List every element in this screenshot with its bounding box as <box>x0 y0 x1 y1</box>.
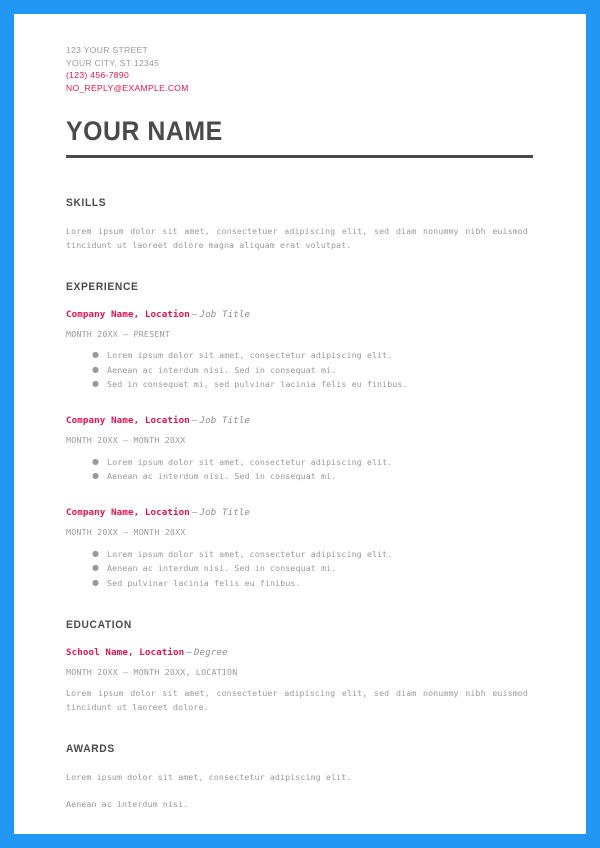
list-item: ● Aenean ac interdum nisi. Sed in consequ… <box>66 469 534 484</box>
education-entry: School Name, Location — Degree MONTH 20XX … <box>66 646 534 714</box>
section-skills: SKILLS Lorem ipsum dolor sit amet, conse… <box>66 196 534 252</box>
bullet-dot-icon: ● <box>92 350 100 360</box>
awards-line: Lorem ipsum dolor sit amet, consectetur … <box>66 772 352 783</box>
section-education: EDUCATION School Name, Location — Degree M… <box>66 618 534 714</box>
title-separator-dash: — <box>191 506 198 518</box>
list-item-text: Lorem ipsum dolor sit amet, consectetur … <box>107 456 393 467</box>
list-item: ● Sed pulvinar lacinia felis eu finibus. <box>66 576 534 591</box>
experience-entry: Company Name, Location — Job Title MONTH 2… <box>66 506 534 591</box>
name-divider <box>66 155 533 159</box>
experience-entry: Company Name, Location — Job Title MONTH 2… <box>66 414 534 484</box>
section-heading-skills: SKILLS <box>66 197 107 210</box>
list-item: ● Lorem ipsum dolor sit amet, consectetur… <box>66 455 534 470</box>
contact-street: 123 YOUR STREET <box>66 45 149 55</box>
experience-org: Company Name, Location <box>66 414 190 426</box>
education-degree: Degree <box>193 647 228 659</box>
list-item: ● Aenean ac interdum nisi. Sed in consequ… <box>66 561 534 576</box>
experience-dates: MONTH 20XX – MONTH 20XX <box>66 434 186 445</box>
section-awards: AWARDS Lorem ipsum dolor sit amet, conse… <box>66 742 534 811</box>
title-separator-dash: — <box>186 647 192 659</box>
experience-role: Job Title <box>199 309 251 321</box>
contact-email[interactable]: NO_REPLY@EXAMPLE.COM <box>66 82 534 95</box>
experience-bullet-list: ● Lorem ipsum dolor sit amet, consectetur… <box>66 348 534 392</box>
bullet-dot-icon: ● <box>92 379 100 389</box>
experience-org: Company Name, Location <box>66 506 190 518</box>
list-item-text: Aenean ac interdum nisi. Sed in consequa… <box>107 471 337 482</box>
experience-dates: MONTH 20XX – PRESENT <box>66 329 170 340</box>
bullet-dot-icon: ● <box>92 456 100 466</box>
experience-entry-title: Company Name, Location — Job Title <box>66 308 534 321</box>
experience-bullet-list: ● Lorem ipsum dolor sit amet, consectetur… <box>66 455 534 484</box>
title-separator-dash: — <box>191 309 198 321</box>
bullet-dot-icon: ● <box>92 563 100 573</box>
list-item-text: Aenean ac interdum nisi. Sed in consequa… <box>107 364 337 375</box>
section-heading-education: EDUCATION <box>66 619 132 632</box>
skills-paragraph: Lorem ipsum dolor sit amet, consectetuer… <box>66 226 528 251</box>
bullet-dot-icon: ● <box>92 548 100 558</box>
list-item: ● Aenean ac interdum nisi. Sed in consequ… <box>66 363 534 378</box>
bullet-dot-icon: ● <box>92 364 100 374</box>
contact-phone[interactable]: (123) 456-7890 <box>66 69 534 82</box>
experience-org: Company Name, Location <box>66 309 190 321</box>
experience-entry: Company Name, Location — Job Title MONTH 2… <box>66 308 534 392</box>
title-separator-dash: — <box>191 414 198 426</box>
education-paragraph: Lorem ipsum dolor sit amet, consectetuer… <box>66 688 528 713</box>
list-item-text: Lorem ipsum dolor sit amet, consectetur … <box>107 350 393 361</box>
list-item-text: Lorem ipsum dolor sit amet, consectetur … <box>107 548 393 559</box>
contact-city-state-zip: YOUR CITY, ST 12345 <box>66 57 160 68</box>
contact-block: 123 YOUR STREET YOUR CITY, ST 12345 (123… <box>66 44 534 94</box>
education-school: School Name, Location <box>66 647 185 659</box>
section-heading-experience: EXPERIENCE <box>66 281 139 294</box>
list-item: ● Lorem ipsum dolor sit amet, consectetur… <box>66 348 534 363</box>
section-heading-awards: AWARDS <box>66 743 115 756</box>
list-item-text: Sed in consequat mi, sed pulvinar lacini… <box>107 379 408 390</box>
list-item-text: Aenean ac interdum nisi. Sed in consequa… <box>107 563 337 574</box>
education-entry-title: School Name, Location — Degree <box>66 646 534 659</box>
bullet-dot-icon: ● <box>92 577 100 587</box>
list-item: ● Lorem ipsum dolor sit amet, consectetur… <box>66 547 534 562</box>
experience-entry-title: Company Name, Location — Job Title <box>66 414 534 427</box>
resume-content: 123 YOUR STREET YOUR CITY, ST 12345 (123… <box>14 14 586 811</box>
awards-line: Aenean ac interdum nisi. <box>66 799 189 810</box>
section-experience: EXPERIENCE Company Name, Location — Job Ti… <box>66 280 534 590</box>
list-item-text: Sed pulvinar lacinia felis eu finibus. <box>107 577 301 588</box>
list-item: ● Sed in consequat mi, sed pulvinar lacin… <box>66 377 534 392</box>
bullet-dot-icon: ● <box>92 471 100 481</box>
experience-role: Job Title <box>199 506 251 518</box>
experience-role: Job Title <box>199 414 251 426</box>
experience-entry-title: Company Name, Location — Job Title <box>66 506 534 519</box>
resume-page: 123 YOUR STREET YOUR CITY, ST 12345 (123… <box>14 14 586 834</box>
experience-dates: MONTH 20XX – MONTH 20XX <box>66 526 186 537</box>
candidate-name: YOUR NAME <box>66 116 223 147</box>
experience-bullet-list: ● Lorem ipsum dolor sit amet, consectetur… <box>66 547 534 591</box>
education-dates: MONTH 20XX – MONTH 20XX, LOCATION <box>66 667 238 678</box>
